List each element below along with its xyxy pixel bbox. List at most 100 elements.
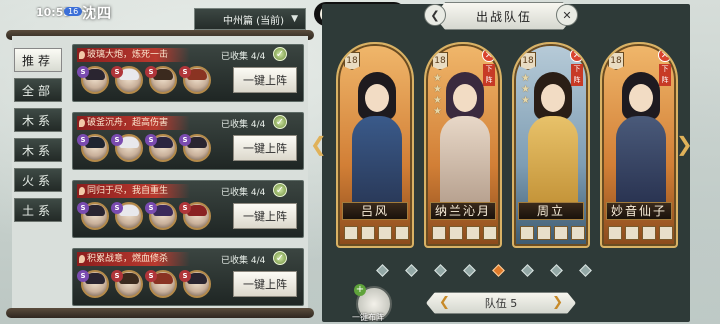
page-dot[interactable] [434, 264, 447, 277]
combo-card: 破釜沉舟，超高伤害 已收集 4/4 ✓ S S S S 一键上阵 [72, 112, 304, 170]
pagination-dots [376, 264, 592, 277]
hero-avatar[interactable]: S [145, 202, 177, 230]
hero-avatar[interactable]: S [111, 202, 143, 230]
school-icon: S [111, 134, 123, 146]
page-dot[interactable] [376, 264, 389, 277]
hero-name: 吕风 [342, 202, 408, 220]
hero-avatars: S S S S [77, 202, 211, 230]
hero-avatar[interactable]: S [111, 134, 143, 162]
hero-portrait [616, 66, 666, 202]
hero-avatar[interactable]: S [77, 66, 109, 94]
hero-avatar[interactable]: S [77, 202, 109, 230]
accessory-icon[interactable] [571, 226, 585, 240]
armor-icon[interactable] [449, 226, 463, 240]
back-icon[interactable]: ❮ [424, 4, 446, 26]
chevron-right-icon[interactable]: ❯ [676, 132, 693, 156]
combo-collected-count: 已收集 4/4 [221, 188, 266, 198]
hero-avatar[interactable]: S [145, 270, 177, 298]
boots-icon[interactable] [554, 226, 568, 240]
chevron-left-icon[interactable]: ❮ [310, 132, 327, 156]
team-cards: 18 吕风 18 ★ ★ ★ ★ ✕ 下阵 纳兰沁月 18 ★ ★ ★ ✕ 下阵… [336, 42, 678, 248]
combo-list: 玻璃大炮，炼死一击 已收集 4/4 ✓ S S S S 一键上阵 破釜沉舟，超高… [72, 44, 304, 306]
one-click-deploy-button[interactable]: 一键上阵 [233, 271, 297, 297]
app-brand: 沈四 [82, 6, 112, 22]
hero-name: 妙音仙子 [606, 202, 672, 220]
armor-icon[interactable] [625, 226, 639, 240]
page-dot-active[interactable] [492, 264, 505, 277]
hero-card[interactable]: 18 ★ ★ ★ ✕ 下阵 周立 [512, 42, 590, 248]
accessory-icon[interactable] [395, 226, 409, 240]
team-label: 队伍 5 [484, 297, 518, 310]
combo-collected-count: 已收集 4/4 [221, 52, 266, 62]
hero-card[interactable]: 18 吕风 [336, 42, 414, 248]
boots-icon[interactable] [378, 226, 392, 240]
armor-icon[interactable] [361, 226, 375, 240]
hero-portrait [528, 66, 578, 202]
chevron-left-icon[interactable]: ❮ [439, 295, 450, 310]
chevron-right-icon[interactable]: ❯ [552, 295, 563, 310]
one-click-deploy-button[interactable]: 一键上阵 [233, 203, 297, 229]
school-icon: S [77, 66, 89, 78]
weapon-icon[interactable] [608, 226, 622, 240]
page-dot[interactable] [579, 264, 592, 277]
hero-name: 纳兰沁月 [430, 202, 496, 220]
hero-avatar[interactable]: S [179, 202, 211, 230]
scroll-body: 推荐 全部 木系 木系 火系 土系 玻璃大炮，炼死一击 已收集 4/4 ✓ S … [12, 36, 308, 312]
school-icon: S [111, 270, 123, 282]
hero-card[interactable]: 18 ★ ★ ★ ★ ✕ 下阵 纳兰沁月 [424, 42, 502, 248]
hero-name: 周立 [518, 202, 584, 220]
school-icon: S [77, 134, 89, 146]
hero-avatar[interactable]: S [77, 270, 109, 298]
hero-avatar[interactable]: S [179, 134, 211, 162]
accessory-icon[interactable] [659, 226, 673, 240]
armor-icon[interactable] [537, 226, 551, 240]
weapon-icon[interactable] [432, 226, 446, 240]
hero-avatar[interactable]: S [111, 270, 143, 298]
hero-card[interactable]: 18 ✕ 下阵 妙音仙子 [600, 42, 678, 248]
close-icon[interactable]: ✕ [556, 4, 578, 26]
boots-icon[interactable] [642, 226, 656, 240]
combo-card: 同归于尽，我自重生 已收集 4/4 ✓ S S S S 一键上阵 [72, 180, 304, 238]
check-icon: ✓ [273, 115, 287, 129]
school-icon: S [77, 270, 89, 282]
one-click-deploy-button[interactable]: 一键上阵 [233, 67, 297, 93]
check-icon: ✓ [273, 251, 287, 265]
page-dot[interactable] [550, 264, 563, 277]
tab-wood-1[interactable]: 木系 [14, 108, 62, 132]
tab-earth[interactable]: 土系 [14, 198, 62, 222]
zone-dropdown[interactable]: 中州篇 (当前) ▼ [194, 8, 306, 30]
one-click-deploy-button[interactable]: 一键上阵 [233, 135, 297, 161]
hero-avatars: S S S S [77, 270, 211, 298]
equipment-slots [608, 226, 673, 240]
hero-avatar[interactable]: S [145, 66, 177, 94]
hero-avatar[interactable]: S [145, 134, 177, 162]
tab-fire[interactable]: 火系 [14, 168, 62, 192]
combo-title: 同归于尽，我自重生 [77, 184, 191, 198]
close-icon[interactable]: ✕ [482, 48, 496, 62]
hero-avatar[interactable]: S [77, 134, 109, 162]
close-icon[interactable]: ✕ [658, 48, 672, 62]
notification-badge: 16 [64, 7, 83, 16]
accessory-icon[interactable] [483, 226, 497, 240]
page-dot[interactable] [463, 264, 476, 277]
page-dot[interactable] [405, 264, 418, 277]
tab-recommended[interactable]: 推荐 [14, 48, 62, 72]
weapon-icon[interactable] [344, 226, 358, 240]
hero-avatar[interactable]: S [111, 66, 143, 94]
tab-all[interactable]: 全部 [14, 78, 62, 102]
page-dot[interactable] [521, 264, 534, 277]
school-icon: S [179, 66, 191, 78]
school-icon: S [145, 134, 157, 146]
plus-icon: + [354, 284, 366, 296]
check-icon: ✓ [273, 47, 287, 61]
boots-icon[interactable] [466, 226, 480, 240]
school-icon: S [111, 66, 123, 78]
hero-avatar[interactable]: S [179, 66, 211, 94]
check-icon: ✓ [273, 183, 287, 197]
close-icon[interactable]: ✕ [570, 48, 584, 62]
weapon-icon[interactable] [520, 226, 534, 240]
hero-avatar[interactable]: S [179, 270, 211, 298]
school-icon: S [145, 202, 157, 214]
tab-wood-2[interactable]: 木系 [14, 138, 62, 162]
combo-collected-count: 已收集 4/4 [221, 256, 266, 266]
